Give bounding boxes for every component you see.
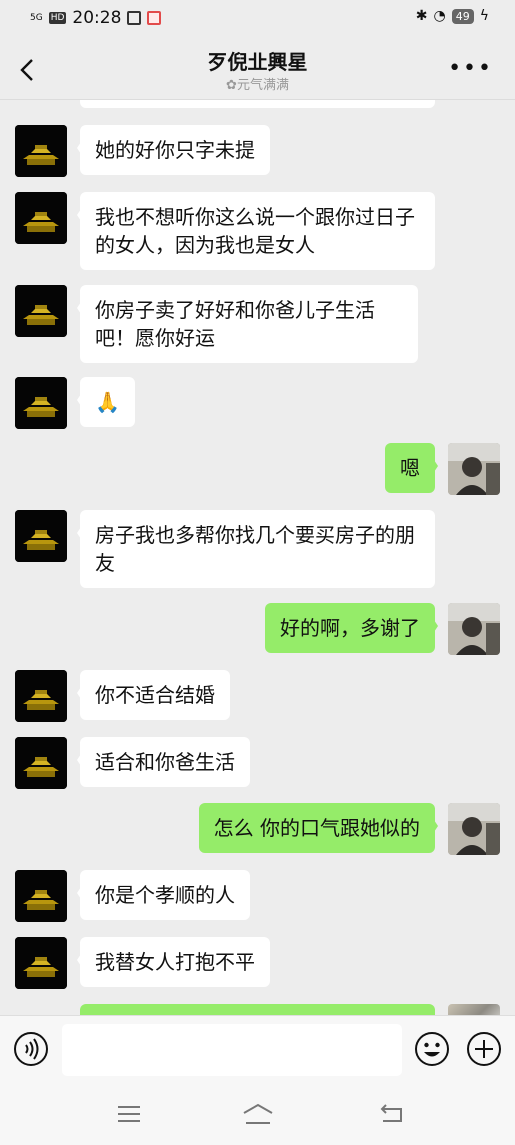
message-bubble[interactable]: 你是个孝顺的人 (77, 870, 250, 920)
plus-circle-icon[interactable] (466, 1031, 502, 1067)
app-notification-icon (147, 11, 162, 25)
my-avatar[interactable] (448, 603, 500, 655)
emoji-icon[interactable] (414, 1031, 450, 1067)
more-dots-icon[interactable]: ••• (448, 56, 493, 81)
voice-icon[interactable] (13, 1031, 49, 1067)
home-icon[interactable] (241, 1101, 275, 1127)
contact-avatar[interactable] (15, 670, 67, 722)
message-bubble[interactable]: 🙏 (77, 377, 135, 427)
contact-avatar[interactable] (15, 937, 67, 989)
message-bubble[interactable]: 适合和你爸生活 (77, 737, 250, 787)
chat-status: ✿元气满满 (0, 74, 515, 93)
contact-avatar[interactable] (15, 192, 67, 244)
status-bar: 5G HD 20:28 ✱ ◔ 49 ϟ (0, 0, 515, 40)
contact-avatar[interactable] (15, 377, 67, 429)
status-text: 元气满满 (236, 78, 289, 93)
message-input[interactable] (62, 1024, 402, 1076)
chat-title[interactable]: 歹倪㐀興星 (0, 46, 515, 75)
menu-icon[interactable] (114, 1101, 144, 1127)
message-bubble[interactable]: 好的啊，多谢了 (265, 603, 438, 653)
message-bubble[interactable]: 你房子卖了好好和你爸儿子生活吧！愿你好运 (77, 285, 418, 363)
my-avatar[interactable] (448, 1004, 500, 1015)
message-list[interactable]: 她的好你只字未提 我也不想听你这么说一个跟你过日子的女人，因为我也是女人 你房子… (0, 100, 515, 1015)
contact-avatar[interactable] (15, 510, 67, 562)
contact-avatar[interactable] (15, 737, 67, 789)
message-bubble[interactable]: 我也不想听你这么说一个跟你过日子的女人，因为我也是女人 (77, 192, 435, 270)
bluetooth-icon: ✱ (415, 8, 428, 24)
message-bubble[interactable]: 嗯 (385, 443, 438, 493)
message-bubble[interactable]: 她的好你只字未提 (77, 125, 270, 175)
contact-avatar[interactable] (15, 285, 67, 337)
back-nav-icon[interactable] (377, 1101, 407, 1127)
charging-icon: ϟ (479, 8, 489, 24)
contact-avatar[interactable] (15, 870, 67, 922)
clock: 20:28 (72, 8, 122, 28)
system-nav-bar (0, 1083, 515, 1145)
message-bubble[interactable]: 房子我也多帮你找几个要买房子的朋友 (77, 510, 435, 588)
battery-level: 49 (451, 8, 474, 24)
message-bubble[interactable]: 怎么 你的口气跟她似的 (198, 803, 439, 853)
status-flower-icon: ✿ (226, 78, 237, 93)
signal-indicator: 5G (30, 12, 43, 23)
partial-message-bubble[interactable] (80, 1004, 435, 1015)
my-avatar[interactable] (448, 443, 500, 495)
my-avatar[interactable] (448, 803, 500, 855)
message-bubble[interactable]: 你不适合结婚 (77, 670, 230, 720)
partial-message-bubble (80, 100, 435, 108)
chat-header: 歹倪㐀興星 ✿元气满满 ••• (0, 40, 515, 100)
contact-avatar[interactable] (15, 125, 67, 177)
message-bubble[interactable]: 我替女人打抱不平 (77, 937, 270, 987)
input-bar (0, 1015, 515, 1083)
notification-icon (127, 11, 142, 25)
alarm-icon: ◔ (433, 8, 446, 24)
hd-badge: HD (48, 12, 67, 24)
